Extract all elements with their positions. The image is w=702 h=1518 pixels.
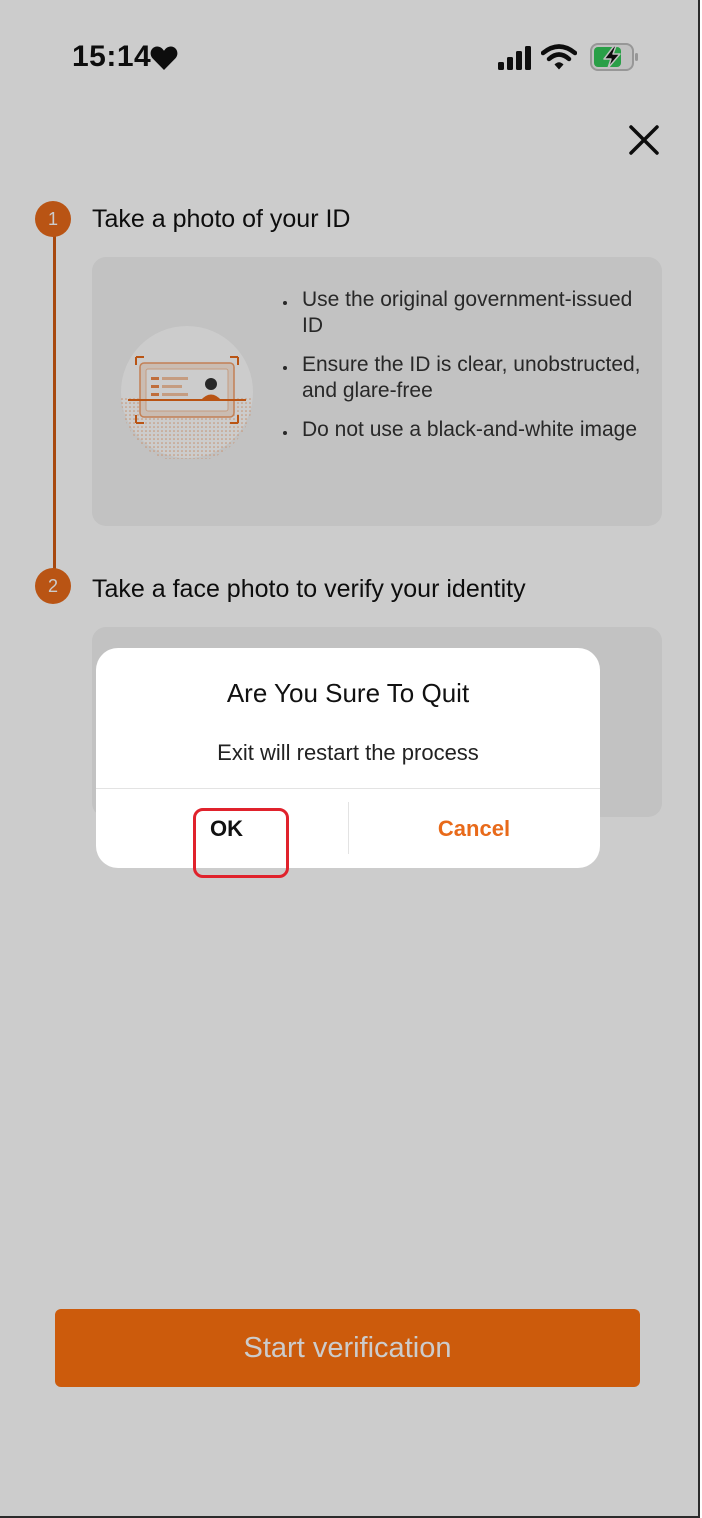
cancel-button[interactable]: Cancel [348,816,600,842]
divider [96,788,600,789]
quit-confirmation-dialog: Are You Sure To Quit Exit will restart t… [96,648,600,868]
dialog-title: Are You Sure To Quit [226,678,470,708]
highlight-box [193,808,289,878]
dialog-message: Exit will restart the process [217,740,479,765]
app-screen: 15:14 1 Take a photo of your ID Use the … [0,0,700,1518]
